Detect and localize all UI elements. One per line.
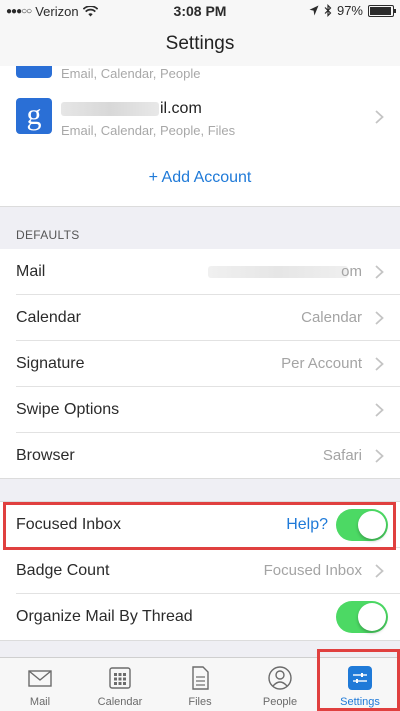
divider: [0, 640, 400, 641]
battery-percent: 97%: [336, 3, 363, 18]
setting-value: om: [341, 263, 362, 280]
chevron-right-icon: [375, 110, 384, 124]
setting-value: Calendar: [301, 309, 362, 326]
tab-calendar[interactable]: Calendar: [80, 658, 160, 711]
section-header-label: DEFAULTS: [16, 228, 80, 242]
tab-label: Calendar: [97, 696, 143, 708]
section-header-defaults: DEFAULTS: [0, 206, 400, 250]
chevron-right-icon: [375, 311, 384, 325]
bluetooth-icon: [324, 4, 332, 17]
status-bar: ●●●○○ Verizon 3:08 PM 97%: [0, 0, 400, 22]
account-row-partial[interactable]: Email, Calendar, People: [0, 66, 400, 86]
tab-mail[interactable]: Mail: [0, 658, 80, 711]
person-icon: [268, 666, 292, 690]
defaults-group: Mail om Calendar Calendar Signature Per …: [0, 249, 400, 479]
page-title: Settings: [165, 33, 235, 54]
account-services: Email, Calendar, People, Files: [61, 123, 236, 138]
calendar-icon: [109, 667, 131, 689]
chevron-right-icon: [375, 449, 384, 463]
account-email-text: il.com: [160, 100, 202, 117]
account-logo-icon: [16, 66, 52, 78]
chevron-right-icon: [375, 357, 384, 371]
tab-files[interactable]: Files: [160, 658, 240, 711]
focused-inbox-highlight-box: [3, 502, 396, 550]
setting-row-calendar[interactable]: Calendar Calendar: [0, 295, 400, 341]
tab-label: Files: [188, 696, 212, 708]
redacted-value-blur: [208, 266, 348, 278]
add-account-label: + Add Account: [148, 169, 252, 186]
setting-label: Calendar: [16, 309, 81, 326]
settings-tab-highlight-box: [317, 649, 400, 711]
setting-value: Safari: [322, 447, 362, 464]
setting-row-organize-thread: Organize Mail By Thread: [0, 594, 400, 640]
battery-fill: [370, 6, 392, 15]
setting-value: Focused Inbox: [263, 562, 362, 579]
setting-row-signature[interactable]: Signature Per Account: [0, 341, 400, 387]
account-row-google[interactable]: g il.com Email, Calendar, People, Files: [0, 86, 400, 150]
file-icon: [192, 666, 209, 690]
setting-label: Mail: [16, 263, 46, 280]
divider: [0, 478, 400, 479]
chevron-right-icon: [375, 403, 384, 417]
add-account-button[interactable]: + Add Account: [0, 150, 400, 206]
organize-thread-toggle[interactable]: [336, 601, 388, 633]
setting-row-swipe-options[interactable]: Swipe Options: [0, 387, 400, 433]
battery-icon: [368, 4, 396, 17]
toggle-knob: [358, 603, 386, 631]
envelope-icon: [28, 670, 52, 687]
setting-label: Swipe Options: [16, 401, 120, 418]
location-arrow-icon: [309, 5, 319, 16]
tab-label: Mail: [29, 696, 51, 708]
setting-label: Organize Mail By Thread: [16, 608, 193, 625]
tab-people[interactable]: People: [240, 658, 320, 711]
account-services: Email, Calendar, People: [61, 66, 201, 81]
navigation-bar: Settings: [0, 22, 400, 66]
tab-label: People: [262, 696, 298, 708]
setting-label: Browser: [16, 447, 75, 464]
google-logo-icon: g: [16, 98, 52, 134]
setting-row-mail[interactable]: Mail om: [0, 249, 400, 295]
chevron-right-icon: [375, 265, 384, 279]
setting-label: Signature: [16, 355, 85, 372]
chevron-right-icon: [375, 564, 384, 578]
setting-value: Per Account: [281, 355, 362, 372]
setting-row-badge-count[interactable]: Badge Count Focused Inbox: [0, 548, 400, 594]
status-right: 97%: [309, 3, 396, 18]
setting-label: Badge Count: [16, 562, 110, 579]
redacted-email-blur: [61, 102, 159, 116]
setting-row-browser[interactable]: Browser Safari: [0, 433, 400, 479]
account-email: il.com: [61, 100, 202, 118]
